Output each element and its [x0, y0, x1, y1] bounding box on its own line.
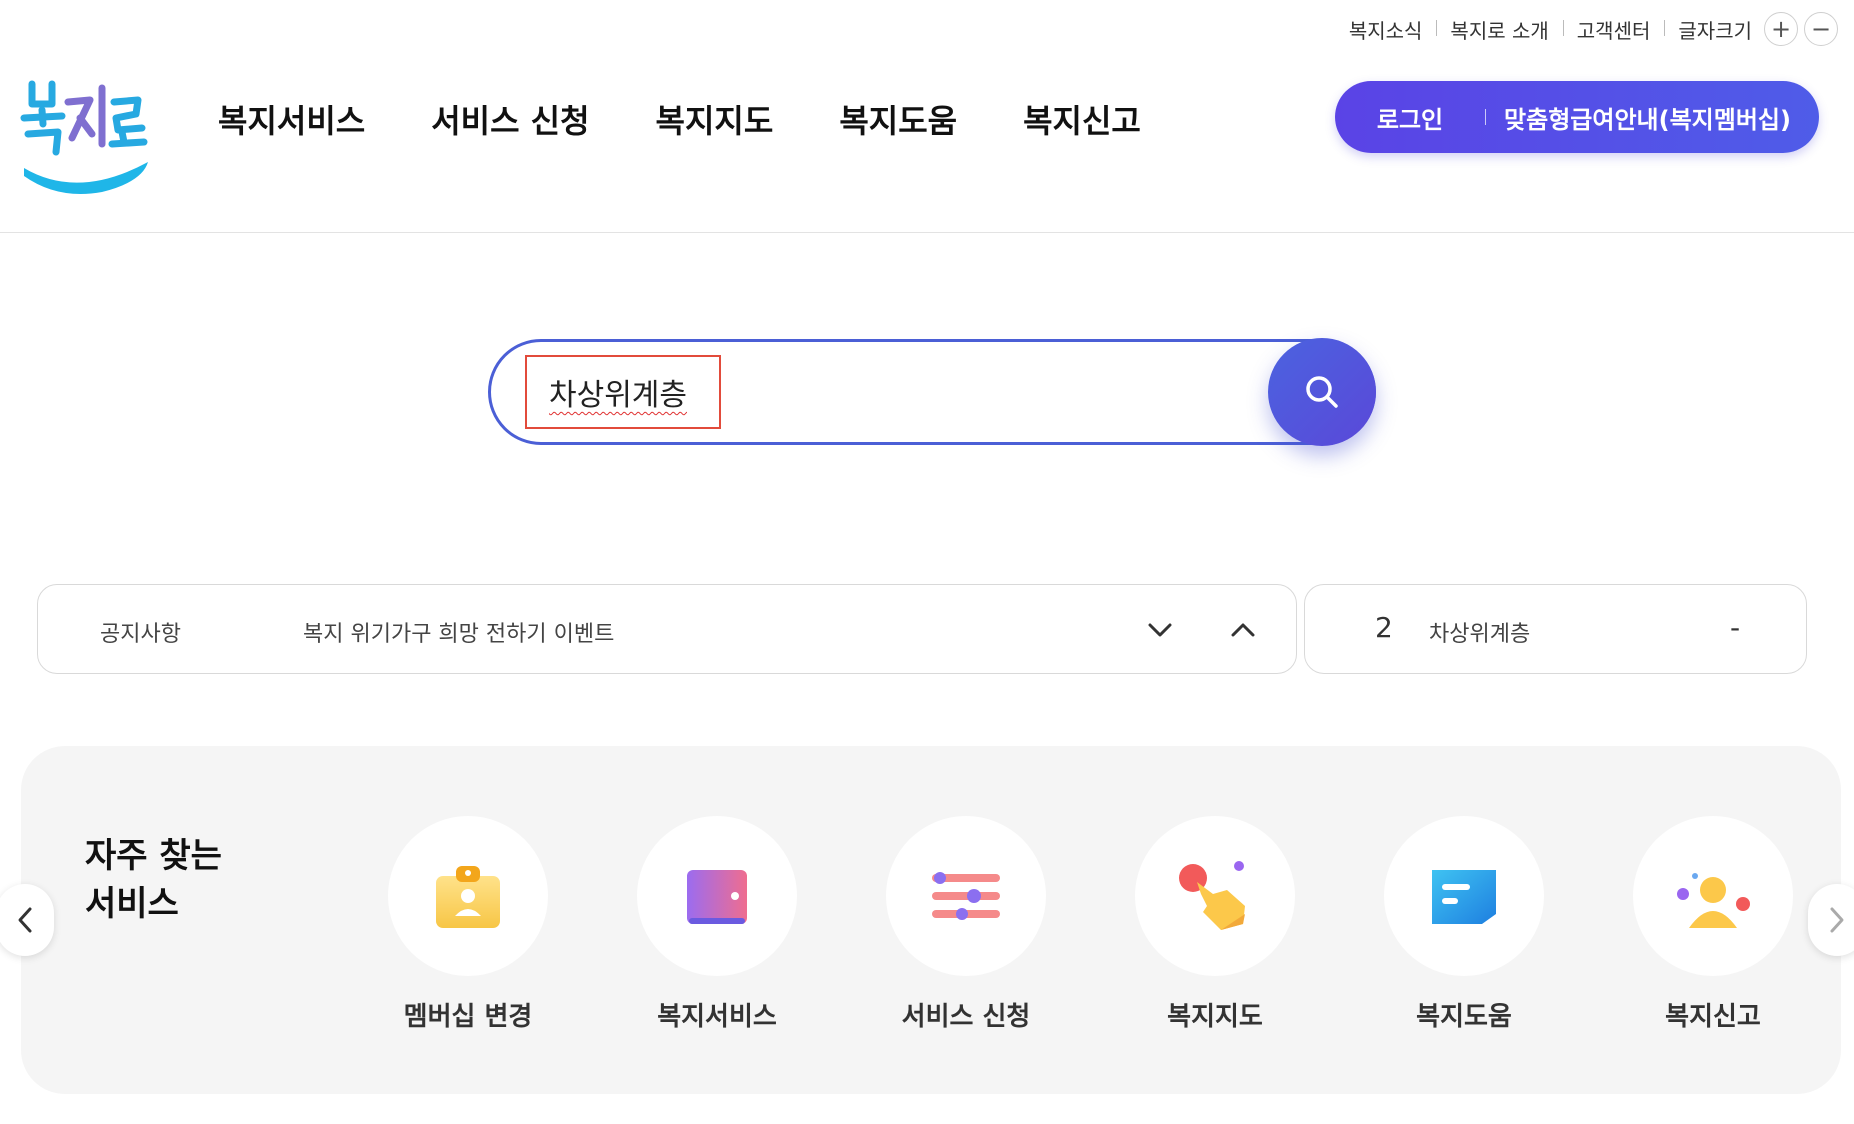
nav-welfare-service[interactable]: 복지서비스 [218, 96, 365, 142]
keyword-change: - [1730, 611, 1741, 644]
search-query-text: 차상위계층 [549, 378, 687, 413]
keyword-rank: 2 [1375, 611, 1393, 644]
search-input[interactable]: 차상위계층 [525, 355, 721, 429]
font-increase-button[interactable]: + [1764, 12, 1798, 46]
popular-keyword[interactable]: 2 차상위계층 - [1304, 584, 1807, 674]
notice-text[interactable]: 복지 위기가구 희망 전하기 이벤트 [303, 616, 614, 648]
notice-next-button[interactable] [1142, 612, 1178, 648]
service-welfare-map[interactable]: 복지지도 [1135, 816, 1295, 1033]
chevron-right-icon [1830, 907, 1844, 933]
link-welfare-news[interactable]: 복지소식 [1335, 15, 1437, 44]
keyword-text: 차상위계층 [1429, 622, 1531, 647]
service-membership-change[interactable]: 멤버십 변경 [388, 816, 548, 1033]
font-decrease-button[interactable]: − [1804, 12, 1838, 46]
carousel-next-button[interactable] [1808, 884, 1854, 956]
search-box[interactable]: 차상위계층 [488, 339, 1376, 445]
title-line-1: 자주 찾는 [85, 836, 222, 876]
membership-guide-button[interactable]: 맞춤형급여안내(복지멤버십) [1496, 100, 1819, 135]
link-about-bokjiro[interactable]: 복지로 소개 [1436, 15, 1562, 44]
service-icon-circle [1633, 816, 1793, 976]
main-nav: 복지서비스 서비스 신청 복지지도 복지도움 복지신고 [218, 96, 1207, 142]
service-label: 복지도움 [1416, 1002, 1512, 1032]
nav-service-apply[interactable]: 서비스 신청 [431, 96, 589, 142]
nav-welfare-report[interactable]: 복지신고 [1023, 96, 1141, 142]
service-icon-circle [637, 816, 797, 976]
link-customer-center[interactable]: 고객센터 [1562, 15, 1665, 44]
person-icon [1677, 873, 1750, 928]
service-label: 복지지도 [1167, 1002, 1263, 1032]
header-divider [0, 232, 1854, 233]
service-icon-circle [1384, 816, 1544, 976]
service-welfare-service[interactable]: 복지서비스 [637, 816, 797, 1033]
chevron-up-icon [1231, 623, 1255, 637]
font-size-label: 글자크기 [1664, 15, 1752, 44]
service-welfare-report[interactable]: 복지신고 [1633, 816, 1793, 1033]
search-icon [1306, 376, 1338, 408]
notice-bar: 공지사항 복지 위기가구 희망 전하기 이벤트 [37, 584, 1297, 674]
service-label: 복지신고 [1665, 1002, 1761, 1032]
logo-mark-icon [20, 80, 148, 194]
id-badge-icon [436, 866, 500, 928]
service-welfare-help[interactable]: 복지도움 [1384, 816, 1544, 1033]
member-button-group: 로그인 맞춤형급여안내(복지멤버십) [1335, 81, 1819, 153]
wallet-icon [687, 870, 747, 924]
chevron-left-icon [18, 907, 32, 933]
frequent-services-title: 자주 찾는 서비스 [85, 832, 222, 928]
notice-prev-button[interactable] [1225, 612, 1261, 648]
service-icon-circle [1135, 816, 1295, 976]
carousel-prev-button[interactable] [0, 884, 54, 956]
hand-pointer-icon [1179, 861, 1245, 930]
nav-welfare-map[interactable]: 복지지도 [656, 96, 774, 142]
utility-bar: 복지소식 복지로 소개 고객센터 글자크기 + − [1335, 12, 1838, 46]
login-button[interactable]: 로그인 [1335, 100, 1485, 135]
title-line-2: 서비스 [85, 884, 179, 924]
sliders-icon [932, 872, 1000, 920]
service-label: 서비스 신청 [901, 1002, 1031, 1032]
service-service-apply[interactable]: 서비스 신청 [886, 816, 1046, 1033]
notice-label: 공지사항 [100, 622, 181, 647]
service-icon-circle [388, 816, 548, 976]
nav-welfare-help[interactable]: 복지도움 [839, 96, 957, 142]
service-label: 복지서비스 [657, 1002, 777, 1032]
service-icon-circle [886, 816, 1046, 976]
chevron-down-icon [1148, 623, 1172, 637]
member-divider [1485, 109, 1486, 125]
chat-card-icon [1432, 870, 1496, 924]
service-label: 멤버십 변경 [403, 1002, 533, 1032]
bokjiro-logo[interactable] [18, 80, 154, 202]
search-button[interactable] [1268, 338, 1376, 446]
